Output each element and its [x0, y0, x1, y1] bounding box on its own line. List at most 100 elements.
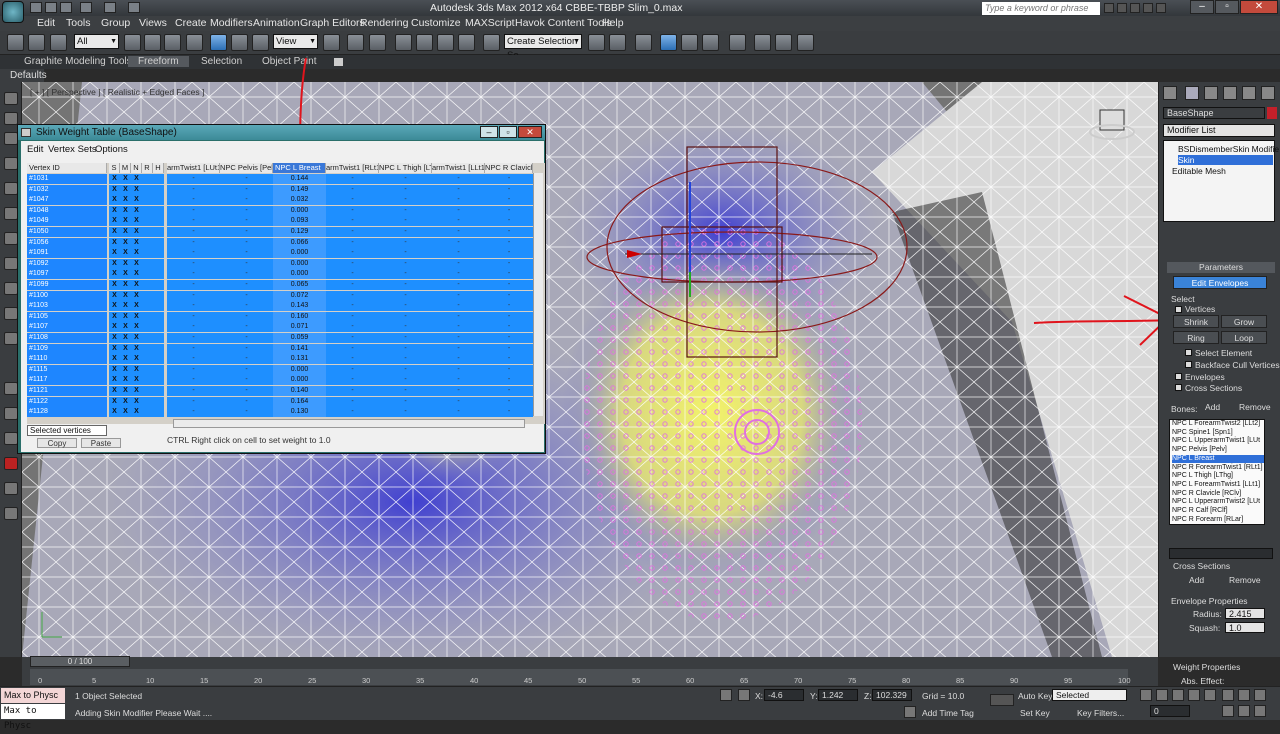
table-row[interactable]: #1092 X X X - -0.000- - - - [27, 258, 533, 270]
unlink-icon[interactable] [28, 34, 45, 51]
vertex-id-cell[interactable]: #1109 [27, 343, 107, 354]
select-link-icon[interactable] [7, 34, 24, 51]
weight-cell-npc-l-breast[interactable]: 0.000 [273, 364, 326, 375]
flag-cell[interactable]: X [109, 248, 120, 259]
weight-cell[interactable]: - [326, 269, 379, 280]
weight-cell[interactable]: - [326, 333, 379, 343]
weight-cell[interactable]: - [432, 248, 485, 259]
weight-cell[interactable]: - [379, 333, 432, 343]
flag-cell[interactable] [142, 280, 153, 290]
strip-tool-icon[interactable] [4, 207, 18, 220]
flag-cell[interactable]: X [131, 407, 142, 418]
weight-cell[interactable]: - [167, 248, 220, 259]
edit-named-selection-icon[interactable] [483, 34, 500, 51]
flag-cell[interactable] [153, 396, 164, 407]
flag-cell[interactable] [142, 216, 153, 227]
weight-cell[interactable]: - [167, 184, 220, 195]
utilities-tab-icon[interactable] [1261, 86, 1275, 100]
bone-list-item[interactable]: NPC Pelvis [Pelv] [1172, 446, 1264, 455]
flag-cell[interactable]: X [120, 290, 131, 301]
weight-cell-npc-l-breast[interactable]: 0.000 [273, 205, 326, 216]
bone-list-item[interactable]: NPC L ForearmTwist2 [LLt2] [1172, 420, 1264, 429]
orbit-icon[interactable] [1254, 705, 1266, 717]
weight-cell[interactable]: - [326, 354, 379, 365]
weight-cell[interactable]: - [167, 280, 220, 290]
flag-cell[interactable] [142, 311, 153, 322]
open-file-icon[interactable] [45, 2, 57, 13]
pan-icon[interactable] [1238, 705, 1250, 717]
vertex-id-cell[interactable]: #1031 [27, 174, 107, 184]
ring-button[interactable]: Ring [1173, 331, 1219, 344]
flag-cell[interactable] [153, 216, 164, 227]
weight-cell[interactable]: - [326, 407, 379, 418]
weight-cell[interactable]: - [167, 301, 220, 312]
subscription-icon[interactable] [1117, 3, 1127, 13]
table-row[interactable]: #1122 X X X - -0.164- - - - [27, 396, 533, 408]
flag-cell[interactable]: X [120, 227, 131, 237]
weight-cell[interactable]: - [220, 174, 273, 184]
weight-cell[interactable]: - [220, 237, 273, 248]
flag-cell[interactable]: X [109, 354, 120, 365]
flag-cell[interactable] [142, 343, 153, 354]
flag-cell[interactable] [142, 386, 153, 396]
vertex-id-cell[interactable]: #1048 [27, 205, 107, 216]
table-row[interactable]: #1099 X X X - -0.065- - - - [27, 280, 533, 291]
weight-cell[interactable]: - [326, 301, 379, 312]
search-icon[interactable] [1104, 3, 1114, 13]
weight-cell[interactable]: - [379, 184, 432, 195]
table-row[interactable]: #1031 X X X - -0.144- - - - [27, 174, 533, 185]
communication-icon[interactable] [1130, 3, 1140, 13]
flag-cell[interactable] [153, 258, 164, 269]
select-by-name-icon[interactable] [144, 34, 161, 51]
weight-cell[interactable]: - [432, 386, 485, 396]
weight-cell[interactable]: - [432, 258, 485, 269]
flag-cell[interactable]: X [109, 301, 120, 312]
table-row[interactable]: #1050 X X X - -0.129- - - - [27, 227, 533, 238]
weight-cell[interactable]: - [379, 375, 432, 386]
schematic-view-icon[interactable] [702, 34, 719, 51]
weight-cell[interactable]: - [379, 290, 432, 301]
weight-cell-npc-l-breast[interactable]: 0.093 [273, 216, 326, 227]
select-scale-icon[interactable] [252, 34, 269, 51]
strip-tool-icon[interactable] [4, 482, 18, 495]
vertices-checkbox[interactable] [1175, 306, 1182, 313]
flag-cell[interactable] [142, 174, 153, 184]
weight-cell-npc-l-breast[interactable]: 0.000 [273, 375, 326, 386]
weight-cell[interactable]: - [167, 237, 220, 248]
flag-cell[interactable]: X [120, 237, 131, 248]
weight-cell[interactable]: - [326, 237, 379, 248]
flag-cell[interactable] [153, 205, 164, 216]
flag-cell[interactable]: X [131, 290, 142, 301]
flag-cell[interactable]: X [120, 174, 131, 184]
flag-cell[interactable]: X [131, 184, 142, 195]
set-key-button[interactable]: Set Key [1020, 708, 1050, 718]
time-slider[interactable]: 0 / 100 [30, 656, 130, 667]
flag-cell[interactable]: X [120, 280, 131, 290]
strip-tool-icon[interactable] [4, 92, 18, 105]
new-file-icon[interactable] [30, 2, 42, 13]
goto-start-icon[interactable] [1140, 689, 1152, 701]
weight-cell-npc-l-breast[interactable]: 0.065 [273, 280, 326, 290]
ribbon-tab-selection[interactable]: Selection [201, 56, 242, 67]
flag-cell[interactable]: X [131, 396, 142, 407]
weight-cell[interactable]: - [220, 333, 273, 343]
vertex-id-cell[interactable]: #1047 [27, 195, 107, 206]
weight-cell[interactable]: - [167, 174, 220, 184]
column-header-npc-l-breast[interactable]: NPC L Breast [273, 163, 326, 173]
flag-cell[interactable] [142, 333, 153, 343]
flag-cell[interactable]: X [131, 386, 142, 396]
weight-cell[interactable]: - [432, 174, 485, 184]
table-row[interactable]: #1056 X X X - -0.066- - - - [27, 237, 533, 249]
table-row[interactable]: #1097 X X X - -0.000- - - - [27, 269, 533, 280]
vertex-id-cell[interactable]: #1032 [27, 184, 107, 195]
flag-cell[interactable]: X [131, 216, 142, 227]
weight-cell[interactable]: - [220, 248, 273, 259]
flag-cell[interactable]: X [131, 333, 142, 343]
bone-list-item[interactable]: NPC L UpperarmTwist2 [LUt [1172, 498, 1264, 507]
table-vertical-scrollbar[interactable] [533, 173, 543, 416]
render-production-icon[interactable] [797, 34, 814, 51]
weight-cell[interactable]: - [485, 364, 533, 375]
paste-button[interactable]: Paste [81, 438, 121, 448]
table-row[interactable]: #1032 X X X - -0.149- - - - [27, 184, 533, 196]
display-tab-icon[interactable] [1242, 86, 1256, 100]
